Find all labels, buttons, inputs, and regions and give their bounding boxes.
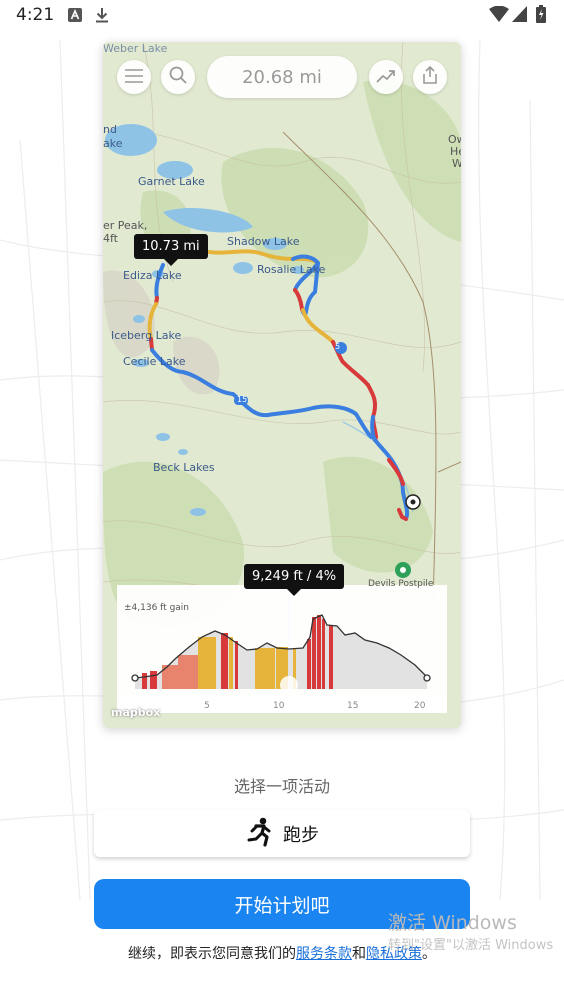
- map-label-peak: er Peak,: [103, 219, 148, 232]
- x-tick: 10: [273, 701, 285, 711]
- download-icon: [95, 7, 109, 27]
- map-label-weber-lake: Weber Lake: [103, 42, 168, 55]
- a-notification-icon: [68, 7, 82, 26]
- wifi-icon: [489, 5, 509, 26]
- x-tick: 20: [414, 701, 426, 711]
- terms-prefix: 继续，即表示您同意我们的: [128, 946, 296, 962]
- map-label-rosalie-lake: Rosalie Lake: [257, 263, 326, 276]
- share-button[interactable]: [413, 60, 447, 94]
- signal-icon: [512, 6, 527, 26]
- running-icon: [245, 817, 273, 851]
- map-label-cecile-lake: Cecile Lake: [123, 355, 186, 368]
- status-time: 4:21: [16, 5, 55, 25]
- elevation-profile[interactable]: ±4,136 ft gain 5 10 15 20: [117, 585, 447, 713]
- map-label-left-top2: ake: [103, 137, 123, 150]
- map-label-ediza-lake: Ediza Lake: [123, 269, 182, 282]
- distance-marker-tooltip: 10.73 mi: [134, 234, 208, 266]
- x-tick: 5: [204, 701, 210, 711]
- map-label-shadow-lake: Shadow Lake: [227, 235, 300, 248]
- share-icon: [422, 65, 438, 88]
- menu-icon: [125, 68, 143, 87]
- search-icon: [169, 66, 187, 88]
- trend-icon: [376, 68, 396, 87]
- battery-icon: [536, 5, 546, 27]
- search-button[interactable]: [161, 60, 195, 94]
- elevation-gain-label: ±4,136 ft gain: [124, 603, 189, 613]
- distance-display: 20.68 mi: [207, 56, 357, 98]
- status-bar: 4:21: [0, 0, 564, 32]
- windows-watermark-title: 激活 Windows: [388, 912, 517, 934]
- activity-label: 跑步: [283, 824, 319, 846]
- route-badge-5: 5: [335, 342, 341, 351]
- activity-prompt: 选择一项活动: [233, 777, 330, 796]
- menu-button[interactable]: [117, 60, 151, 94]
- route-badge-15: 15: [237, 395, 248, 404]
- terms-and: 和: [352, 946, 366, 962]
- map-label-peak-elev: 4ft: [103, 232, 118, 245]
- map-label-garnet-lake: Garnet Lake: [138, 175, 205, 188]
- map-label-left-top: nd: [103, 123, 117, 136]
- map-label-iceberg-lake: Iceberg Lake: [111, 329, 182, 342]
- map-preview-card: 20.68 mi Weber Lake nd ake Garnet Lake e…: [103, 42, 461, 728]
- activity-selector[interactable]: 跑步: [94, 810, 470, 857]
- terms-of-service-link[interactable]: 服务条款: [296, 946, 352, 962]
- elevation-button[interactable]: [369, 60, 403, 94]
- mapbox-logo: mapbox: [111, 706, 161, 719]
- map-label-beck-lakes: Beck Lakes: [153, 461, 215, 474]
- x-tick: 15: [347, 701, 359, 711]
- windows-watermark-subtitle: 转到"设置"以激活 Windows: [388, 938, 554, 953]
- map-label-right-3: W: [452, 157, 461, 170]
